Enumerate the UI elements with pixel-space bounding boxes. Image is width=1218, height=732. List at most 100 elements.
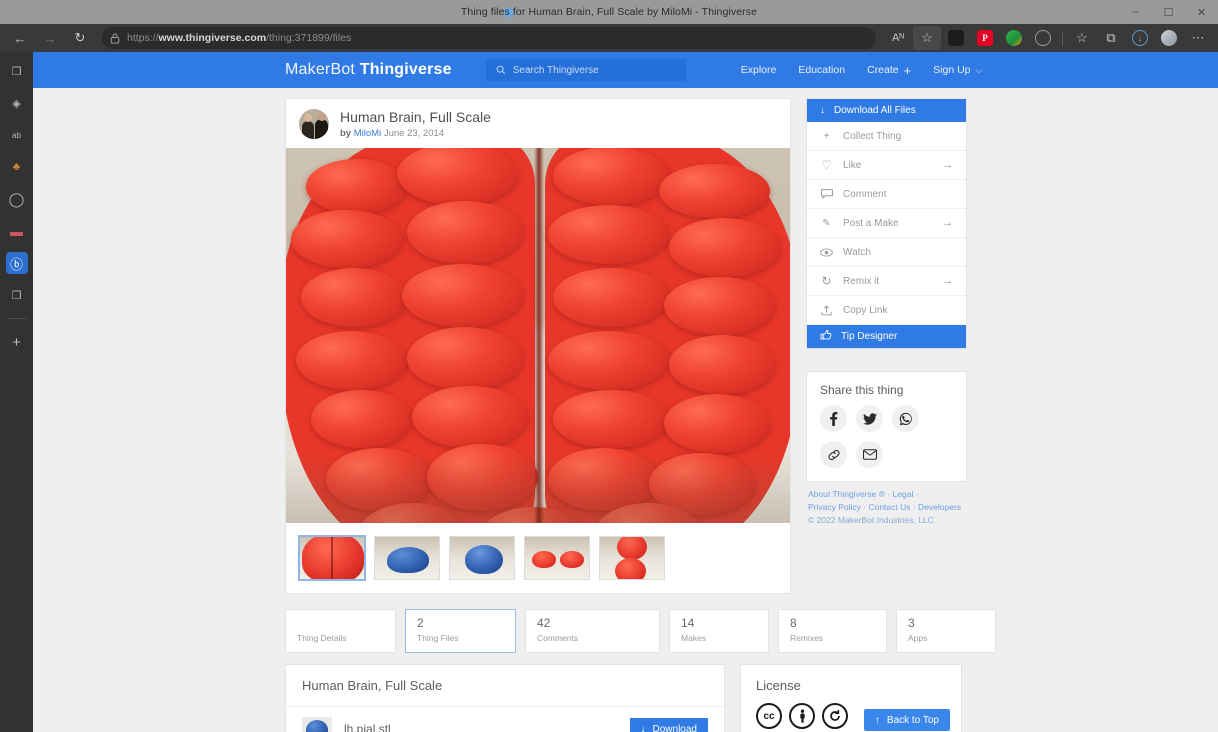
minimize-button[interactable]: –: [1119, 0, 1152, 24]
tab-label-comments: Comments: [537, 633, 579, 644]
footer-copyright: © 2022 MakerBot Industries, LLC: [808, 515, 934, 526]
tip-designer-label: Tip Designer: [841, 331, 898, 342]
eye-icon: [820, 248, 833, 257]
file-row: lh.pial.stl ↓ Download: [286, 707, 724, 732]
back-icon[interactable]: ←: [6, 26, 34, 50]
tip-designer-button[interactable]: Tip Designer: [807, 325, 966, 348]
back-to-top-button[interactable]: ↑ Back to Top: [863, 709, 950, 732]
file-download-button[interactable]: ↓ Download: [629, 718, 708, 732]
green-extension-icon[interactable]: [1000, 26, 1028, 50]
attribution-icon[interactable]: [789, 703, 815, 730]
forward-icon[interactable]: →: [36, 26, 64, 50]
download-all-label: Download All Files: [834, 105, 916, 116]
thing-files-card: Human Brain, Full Scale lh.pial.stl ↓ Do…: [285, 664, 725, 732]
profile-avatar-icon[interactable]: [1155, 26, 1183, 50]
facebook-icon[interactable]: [820, 405, 847, 432]
copy-link-icon[interactable]: [820, 441, 847, 468]
copy-link-button[interactable]: Copy Link: [807, 296, 966, 325]
creative-commons-icon[interactable]: cc: [756, 703, 782, 730]
post-a-make-button[interactable]: ✎ Post a Make →: [807, 209, 966, 238]
footer-line-1[interactable]: About Thingiverse ® · Legal ·: [808, 488, 965, 501]
tab-thing-files[interactable]: 2 Thing Files: [405, 609, 516, 654]
share-icon: [820, 304, 833, 316]
share-heading: Share this thing: [820, 383, 904, 397]
read-aloud-icon[interactable]: Aᴺ: [884, 26, 912, 50]
email-icon[interactable]: [856, 441, 883, 468]
red-app-icon[interactable]: ▬: [6, 220, 28, 242]
collections-icon[interactable]: ☆: [1068, 26, 1096, 50]
edge-sidebar: ❐ ◈ ab ♣ ◯ ▬ ⓑ ❐ +: [0, 52, 33, 732]
nav-label-signup: Sign Up: [933, 64, 971, 76]
share-alike-icon[interactable]: [822, 703, 848, 730]
watch-button[interactable]: Watch: [807, 238, 966, 267]
site-header: MakerBot Thingiverse Search Thingiverse …: [33, 52, 1218, 88]
url-text: https://www.thingiverse.com/thing:371899…: [127, 32, 351, 44]
by-label: by: [340, 128, 352, 140]
document-icon[interactable]: ❐: [6, 284, 28, 306]
tab-comments[interactable]: 42 Comments: [525, 609, 660, 654]
remix-it-button[interactable]: ↻ Remix it →: [807, 267, 966, 296]
file-name[interactable]: lh.pial.stl: [344, 722, 618, 732]
maximize-button[interactable]: ☐: [1152, 0, 1185, 24]
nav-item-explore[interactable]: Explore: [741, 64, 777, 76]
tab-actions-icon[interactable]: ❐: [6, 60, 28, 82]
thumbs-up-icon: [820, 329, 832, 344]
nav-item-signup[interactable]: Sign Up ⌵: [933, 64, 982, 76]
author-link[interactable]: MiloMi: [354, 128, 381, 139]
thumbnail-red-brain-halves[interactable]: [524, 536, 590, 581]
site-logo[interactable]: MakerBot Thingiverse: [285, 61, 452, 79]
license-heading: License: [756, 678, 801, 694]
left-column: Human Brain, Full Scale by MiloMi June 2…: [285, 98, 791, 595]
orange-app-icon[interactable]: ♣: [6, 156, 28, 178]
github-icon[interactable]: ◯: [6, 188, 28, 210]
like-label: Like: [843, 159, 862, 171]
arrow-up-icon: ↑: [874, 714, 880, 726]
like-button[interactable]: ♡ Like →: [807, 151, 966, 180]
thumbnail-red-brain-front[interactable]: [299, 536, 365, 581]
ab-text-icon[interactable]: ab: [6, 124, 28, 146]
main-content: Human Brain, Full Scale by MiloMi June 2…: [33, 88, 1218, 595]
reload-icon[interactable]: ↻: [66, 26, 94, 50]
close-button[interactable]: ✕: [1185, 0, 1218, 24]
address-bar[interactable]: https://www.thingiverse.com/thing:371899…: [102, 27, 876, 49]
tab-makes[interactable]: 14 Makes: [669, 609, 769, 654]
lock-icon: [110, 33, 120, 44]
search-input[interactable]: Search Thingiverse: [485, 59, 686, 81]
twitter-icon[interactable]: [856, 405, 883, 432]
whatsapp-icon[interactable]: [892, 405, 919, 432]
thingiverse-app-icon[interactable]: ⓑ: [5, 252, 28, 274]
arrow-right-icon: →: [942, 159, 953, 171]
layers-icon[interactable]: ◈: [6, 92, 28, 114]
collect-thing-button[interactable]: + Collect Thing: [807, 122, 966, 151]
circle-extension-icon[interactable]: [1029, 26, 1057, 50]
tab-label-remixes: Remixes: [790, 633, 824, 644]
file-thumbnail[interactable]: [302, 717, 332, 732]
tab-thing-details[interactable]: Thing Details: [285, 609, 396, 654]
nav-item-create[interactable]: Create +: [867, 63, 911, 78]
add-app-button[interactable]: +: [6, 331, 28, 353]
nav-item-education[interactable]: Education: [798, 64, 845, 76]
download-all-files-button[interactable]: ↓ Download All Files: [807, 99, 966, 122]
downloads-icon[interactable]: ↓: [1126, 26, 1154, 50]
thumbnail-blue-brain-angle[interactable]: [449, 536, 515, 581]
thumbnail-blue-brain-side[interactable]: [374, 536, 440, 581]
split-screen-icon[interactable]: ⧉: [1097, 26, 1125, 50]
comment-button[interactable]: Comment: [807, 180, 966, 209]
tab-label-makes: Makes: [681, 633, 707, 644]
add-favorite-icon[interactable]: ☆: [913, 26, 941, 50]
nav-links: Explore Education Create + Sign Up ⌵: [741, 63, 983, 78]
remix-icon: ↻: [821, 274, 832, 288]
avatar[interactable]: [299, 108, 329, 139]
settings-menu-icon[interactable]: ⋯: [1184, 26, 1212, 50]
tab-remixes[interactable]: 8 Remixes: [778, 609, 887, 654]
tab-apps[interactable]: 3 Apps: [896, 609, 996, 654]
window-title: Thing files for Human Brain, Full Scale …: [460, 6, 758, 18]
window-controls: – ☐ ✕: [1119, 0, 1218, 24]
thing-card: Human Brain, Full Scale by MiloMi June 2…: [285, 98, 791, 595]
hero-image[interactable]: [286, 148, 790, 524]
thumbnail-red-brain-vertical[interactable]: [599, 536, 665, 581]
footer-line-2[interactable]: Privacy Policy · Contact Us · Developers: [808, 501, 965, 514]
app-body: ❐ ◈ ab ♣ ◯ ▬ ⓑ ❐ + MakerBot Thingiverse …: [0, 52, 1218, 732]
dark-extension-icon[interactable]: [942, 26, 970, 50]
pinterest-extension-icon[interactable]: P: [971, 26, 999, 50]
